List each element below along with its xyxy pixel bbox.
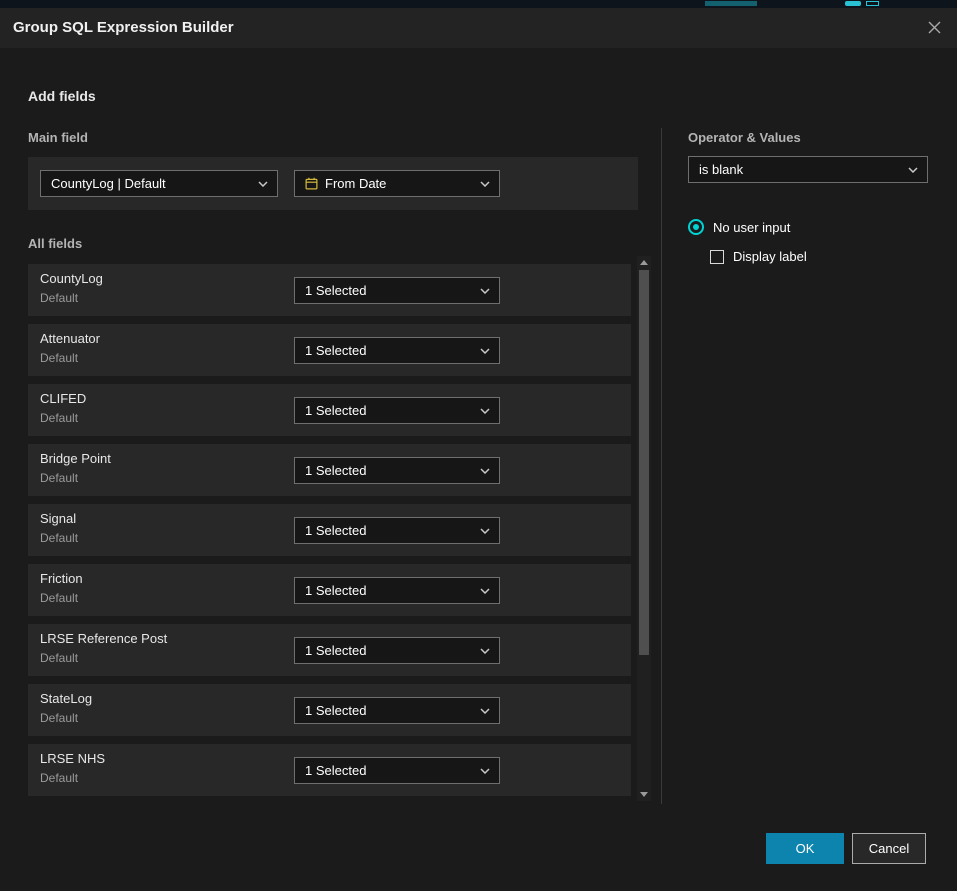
field-source: Default (40, 411, 78, 425)
field-row: CountyLog Default 1 Selected (28, 264, 631, 316)
close-icon (927, 20, 942, 38)
chevron-down-icon (480, 408, 490, 414)
field-name: CLIFED (40, 391, 86, 406)
field-selected-value: 1 Selected (305, 643, 472, 658)
field-selected-value: 1 Selected (305, 523, 472, 538)
chevron-down-icon (480, 181, 490, 187)
field-row: StateLog Default 1 Selected (28, 684, 631, 736)
field-name: StateLog (40, 691, 92, 706)
field-source: Default (40, 531, 78, 545)
field-selected-value: 1 Selected (305, 703, 472, 718)
field-row: LRSE Reference Post Default 1 Selected (28, 624, 631, 676)
field-source: Default (40, 351, 78, 365)
vertical-scrollbar[interactable] (637, 256, 651, 801)
field-name: LRSE Reference Post (40, 631, 167, 646)
date-field-select[interactable]: From Date (294, 170, 500, 197)
field-selected-value: 1 Selected (305, 583, 472, 598)
operator-select[interactable]: is blank (688, 156, 928, 183)
field-name: Attenuator (40, 331, 100, 346)
field-selected-dropdown[interactable]: 1 Selected (294, 457, 500, 484)
field-selected-dropdown[interactable]: 1 Selected (294, 517, 500, 544)
operator-select-value: is blank (699, 162, 900, 177)
operator-values-label: Operator & Values (688, 130, 801, 145)
layer-select[interactable]: CountyLog | Default (40, 170, 278, 197)
dialog-header: Group SQL Expression Builder (0, 8, 957, 48)
chevron-down-icon (480, 348, 490, 354)
field-selected-dropdown[interactable]: 1 Selected (294, 337, 500, 364)
field-selected-dropdown[interactable]: 1 Selected (294, 637, 500, 664)
field-selected-value: 1 Selected (305, 403, 472, 418)
all-fields-label: All fields (28, 236, 82, 251)
chevron-down-icon (480, 768, 490, 774)
scrollbar-thumb[interactable] (639, 270, 649, 655)
field-name: Signal (40, 511, 76, 526)
layer-select-value: CountyLog | Default (51, 176, 250, 191)
field-selected-value: 1 Selected (305, 283, 472, 298)
ok-button[interactable]: OK (766, 833, 844, 864)
field-selected-dropdown[interactable]: 1 Selected (294, 757, 500, 784)
vertical-divider (661, 128, 662, 804)
chevron-down-icon (480, 708, 490, 714)
chevron-down-icon (908, 167, 918, 173)
field-row: Attenuator Default 1 Selected (28, 324, 631, 376)
app-behind-fragment (866, 1, 879, 6)
field-row: Friction Default 1 Selected (28, 564, 631, 616)
chevron-down-icon (480, 648, 490, 654)
field-selected-dropdown[interactable]: 1 Selected (294, 577, 500, 604)
field-source: Default (40, 711, 78, 725)
field-source: Default (40, 591, 78, 605)
field-name: CountyLog (40, 271, 103, 286)
field-selected-value: 1 Selected (305, 763, 472, 778)
main-field-label: Main field (28, 130, 88, 145)
chevron-down-icon (258, 181, 268, 187)
field-row: LRSE NHS Default 1 Selected (28, 744, 631, 796)
chevron-down-icon (480, 288, 490, 294)
section-title-add-fields: Add fields (28, 88, 96, 104)
app-behind-fragment (845, 1, 861, 6)
close-button[interactable] (924, 19, 944, 39)
field-source: Default (40, 291, 78, 305)
radio-selected-icon (688, 219, 704, 235)
underlying-app-strip (0, 0, 957, 8)
field-row: Bridge Point Default 1 Selected (28, 444, 631, 496)
chevron-down-icon (480, 528, 490, 534)
checkbox-unchecked-icon (710, 250, 724, 264)
field-selected-value: 1 Selected (305, 343, 472, 358)
field-selected-value: 1 Selected (305, 463, 472, 478)
scroll-up-icon[interactable] (640, 260, 648, 265)
cancel-button[interactable]: Cancel (852, 833, 926, 864)
no-user-input-radio[interactable]: No user input (688, 219, 790, 235)
scroll-down-icon[interactable] (640, 792, 648, 797)
calendar-icon (305, 177, 318, 190)
field-source: Default (40, 771, 78, 785)
group-sql-expression-builder-dialog: Group SQL Expression Builder Add fields … (0, 8, 957, 891)
display-label-text: Display label (733, 249, 807, 264)
main-field-panel: CountyLog | Default From Date (28, 157, 638, 210)
field-selected-dropdown[interactable]: 1 Selected (294, 697, 500, 724)
display-label-checkbox[interactable]: Display label (710, 249, 807, 264)
field-row: Signal Default 1 Selected (28, 504, 631, 556)
app-behind-fragment (705, 1, 757, 6)
chevron-down-icon (480, 588, 490, 594)
all-fields-list: CountyLog Default 1 Selected Attenuator … (28, 264, 631, 804)
field-name: Bridge Point (40, 451, 111, 466)
field-source: Default (40, 471, 78, 485)
no-user-input-label: No user input (713, 220, 790, 235)
field-name: LRSE NHS (40, 751, 105, 766)
field-selected-dropdown[interactable]: 1 Selected (294, 277, 500, 304)
field-name: Friction (40, 571, 83, 586)
chevron-down-icon (480, 468, 490, 474)
field-source: Default (40, 651, 78, 665)
field-selected-dropdown[interactable]: 1 Selected (294, 397, 500, 424)
date-field-select-value: From Date (325, 176, 472, 191)
field-row: CLIFED Default 1 Selected (28, 384, 631, 436)
dialog-title: Group SQL Expression Builder (13, 8, 234, 48)
